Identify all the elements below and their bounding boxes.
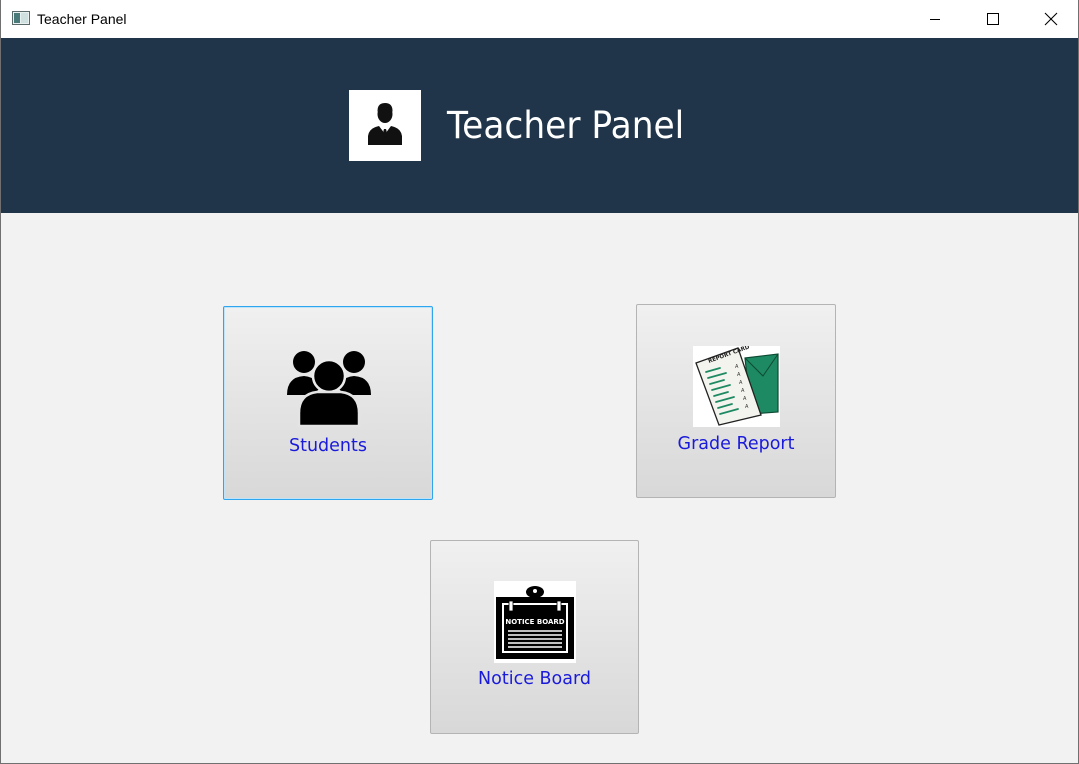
notice-board-label: Notice Board	[478, 669, 591, 689]
maximize-icon	[987, 13, 999, 25]
svg-text:A: A	[741, 388, 745, 394]
svg-text:A: A	[737, 372, 741, 378]
students-button[interactable]: Students	[223, 306, 433, 500]
grade-report-label: Grade Report	[677, 434, 795, 454]
maximize-button[interactable]	[964, 0, 1022, 38]
svg-text:A: A	[743, 396, 747, 402]
app-icon	[12, 11, 30, 25]
notice-board-icon-text: NOTICE BOARD	[505, 618, 564, 626]
notice-board-button[interactable]: NOTICE BOARD Notice Board	[430, 540, 639, 734]
notice-board-icon: NOTICE BOARD	[494, 581, 576, 663]
close-button[interactable]	[1022, 0, 1078, 38]
students-group-icon	[287, 349, 371, 427]
grade-report-button[interactable]: REPORT CARD A A A A A A Grade Report	[636, 304, 836, 498]
svg-text:A: A	[735, 364, 739, 370]
window-title: Teacher Panel	[37, 11, 127, 27]
svg-text:A: A	[745, 404, 749, 410]
minimize-button[interactable]	[906, 0, 964, 38]
teacher-avatar-icon	[349, 90, 421, 161]
svg-text:A: A	[739, 380, 743, 386]
minimize-icon	[929, 13, 941, 25]
page-title: Teacher Panel	[447, 104, 685, 147]
report-card-icon: REPORT CARD A A A A A A	[693, 346, 780, 427]
title-bar[interactable]: Teacher Panel	[1, 0, 1078, 38]
close-icon	[1044, 12, 1058, 26]
teacher-panel-window: Teacher Panel Teacher Panel Students REP…	[0, 0, 1079, 764]
header-banner: Teacher Panel	[1, 38, 1078, 213]
students-label: Students	[288, 436, 367, 456]
